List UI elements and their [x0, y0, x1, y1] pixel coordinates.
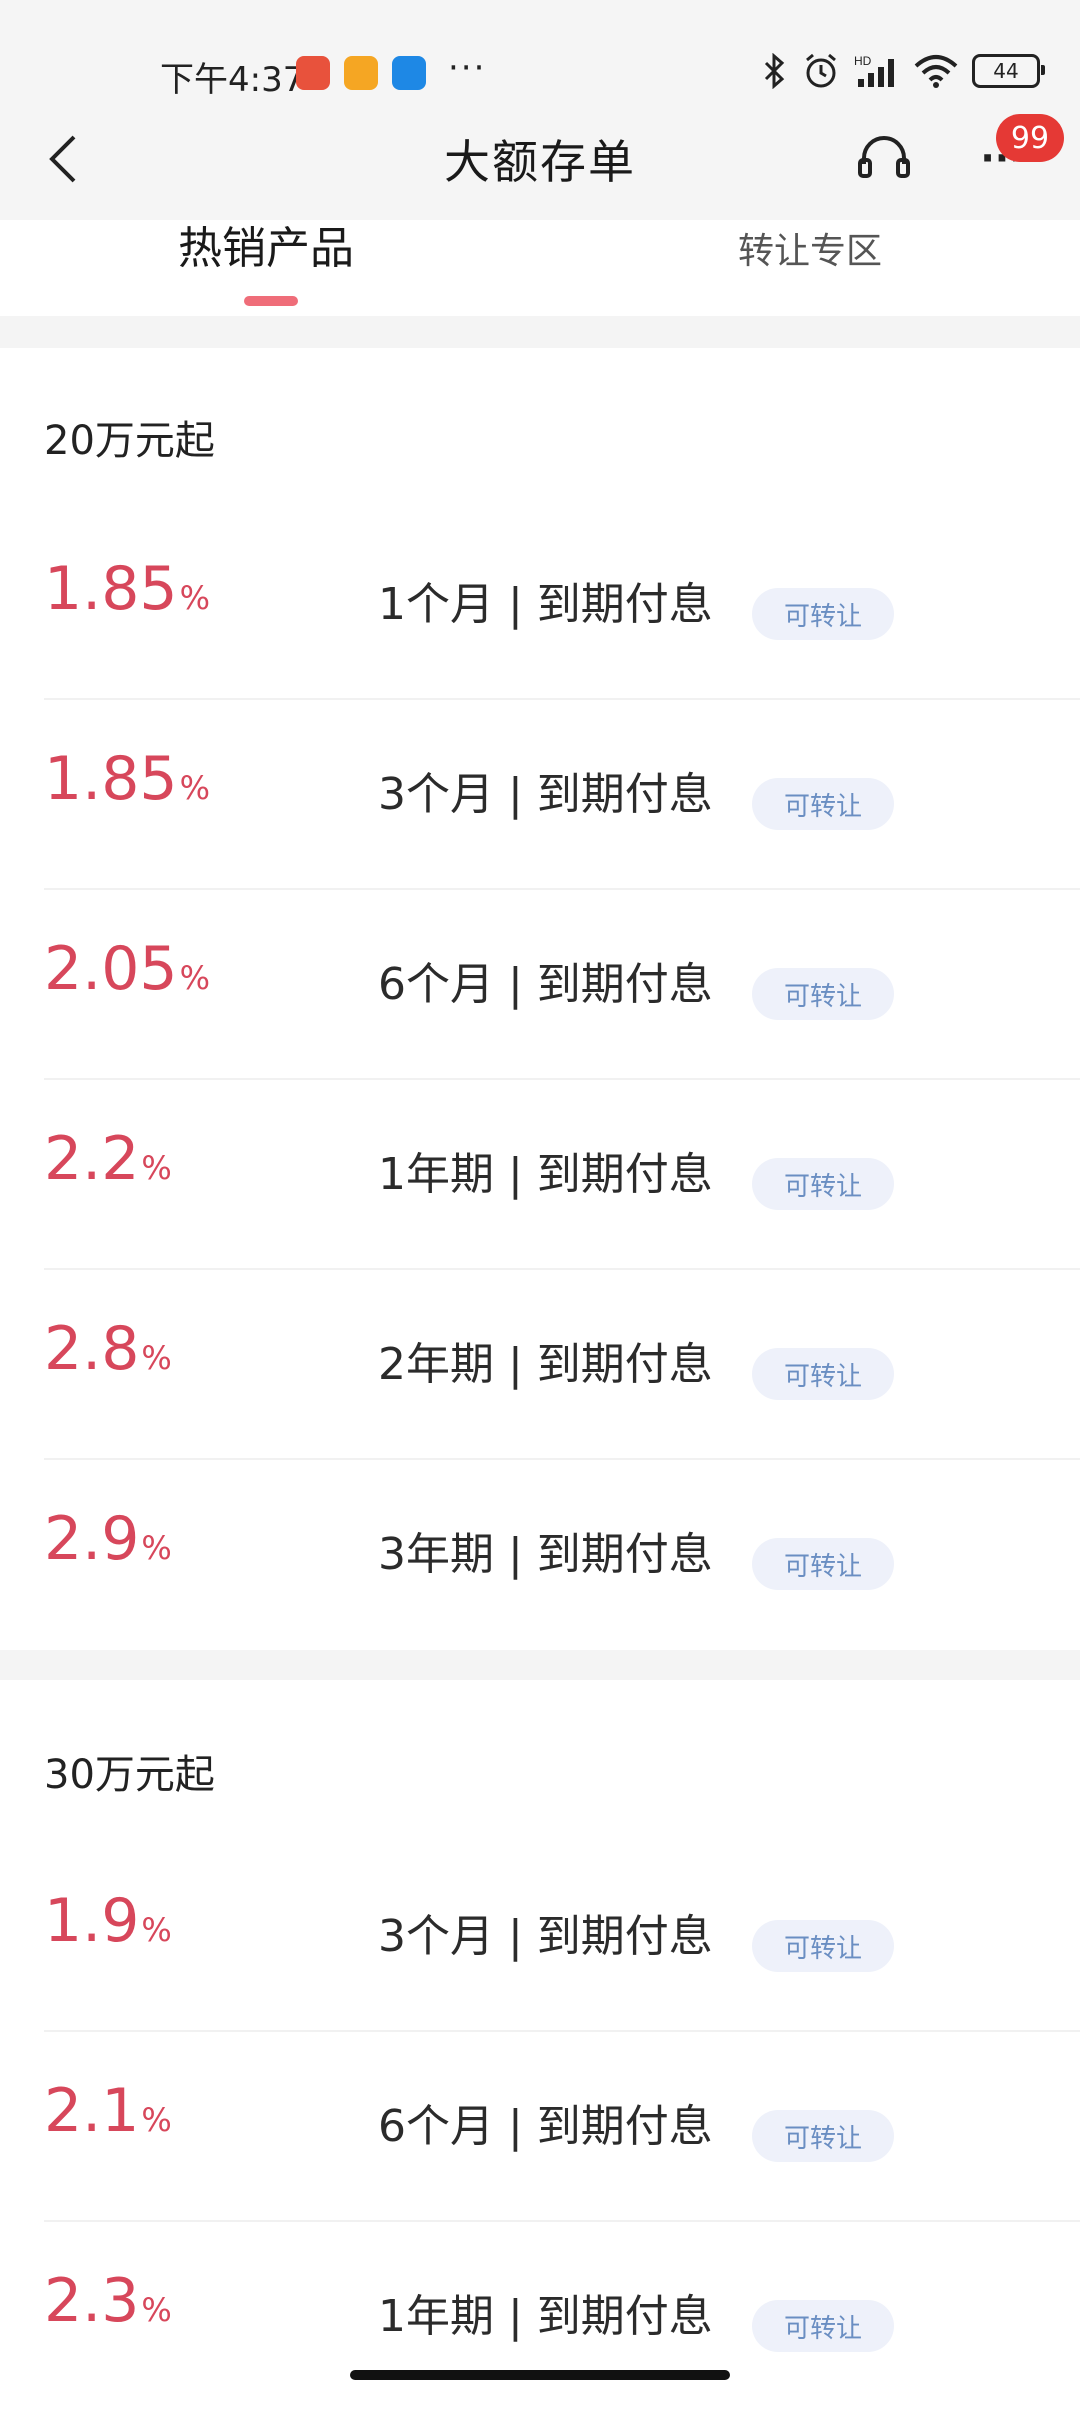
page-title: 大额存单 [444, 135, 636, 189]
product-row[interactable]: 1.85% 3个月 | 到期付息 可转让 [0, 700, 1080, 890]
transferable-tag: 可转让 [752, 968, 894, 1020]
product-term: 6个月 | 到期付息 [378, 2101, 713, 2152]
product-row[interactable]: 2.9% 3年期 | 到期付息 可转让 [0, 1460, 1080, 1650]
bluetooth-icon [764, 53, 785, 89]
transferable-tag: 可转让 [752, 1158, 894, 1210]
transferable-tag: 可转让 [752, 1348, 894, 1400]
section-divider [0, 1650, 1080, 1680]
product-row[interactable]: 1.9% 3个月 | 到期付息 可转让 [0, 1842, 1080, 2032]
svg-text:HD: HD [854, 54, 872, 68]
transferable-tag: 可转让 [752, 1538, 894, 1590]
product-term: 3年期 | 到期付息 [378, 1529, 713, 1580]
interest-rate: 1.9% [44, 1886, 172, 1956]
interest-rate: 2.1% [44, 2076, 172, 2146]
tab-hot-products[interactable]: 热销产品 [178, 212, 354, 276]
product-row[interactable]: 2.05% 6个月 | 到期付息 可转让 [0, 890, 1080, 1080]
section-title: 20万元起 [44, 418, 215, 464]
product-term: 3个月 | 到期付息 [378, 1911, 713, 1962]
status-right-icons: HD 44 [762, 52, 1045, 90]
product-row[interactable]: 2.2% 1年期 | 到期付息 可转让 [0, 1080, 1080, 1270]
app-notification-icon [344, 56, 378, 90]
product-term: 1年期 | 到期付息 [378, 2291, 713, 2342]
active-tab-indicator [244, 296, 298, 306]
more-notifications-icon: ··· [448, 48, 487, 88]
transferable-tag: 可转让 [752, 1920, 894, 1972]
wifi-icon [914, 55, 958, 88]
home-indicator[interactable] [350, 2370, 730, 2380]
status-time: 下午4:37 [160, 60, 305, 100]
product-term: 2年期 | 到期付息 [378, 1339, 713, 1390]
section-title: 30万元起 [44, 1752, 215, 1798]
app-notification-icon [392, 56, 426, 90]
headset-icon [858, 136, 910, 178]
product-row[interactable]: 2.3% 1年期 | 到期付息 可转让 [0, 2222, 1080, 2412]
tab-bar: 热销产品 转让专区 [0, 220, 1080, 316]
product-term: 6个月 | 到期付息 [378, 959, 713, 1010]
transferable-tag: 可转让 [752, 2300, 894, 2352]
product-term: 1个月 | 到期付息 [378, 579, 713, 630]
interest-rate: 2.9% [44, 1504, 172, 1574]
product-term: 3个月 | 到期付息 [378, 769, 713, 820]
product-row[interactable]: 1.85% 1个月 | 到期付息 可转让 [0, 510, 1080, 700]
product-section: 30万元起 1.9% 3个月 | 到期付息 可转让 2.1% 6个月 | 到期付… [0, 1680, 1080, 2400]
product-term: 1年期 | 到期付息 [378, 1149, 713, 1200]
notification-badge: 99 [996, 114, 1064, 162]
battery-level: 44 [993, 59, 1019, 83]
transferable-tag: 可转让 [752, 588, 894, 640]
interest-rate: 1.85% [44, 744, 210, 814]
section-divider [0, 316, 1080, 348]
transferable-tag: 可转让 [752, 2110, 894, 2162]
battery-icon: 44 [972, 54, 1045, 88]
product-row[interactable]: 2.8% 2年期 | 到期付息 可转让 [0, 1270, 1080, 1460]
interest-rate: 2.3% [44, 2266, 172, 2336]
transferable-tag: 可转让 [752, 778, 894, 830]
interest-rate: 2.8% [44, 1314, 172, 1384]
status-app-icons [296, 56, 426, 90]
customer-service-button[interactable] [856, 130, 912, 186]
app-notification-icon [296, 56, 330, 90]
alarm-icon [806, 53, 836, 88]
top-navigation-bar: 大额存单 ··· 99 [0, 100, 1080, 220]
interest-rate: 2.2% [44, 1124, 172, 1194]
interest-rate: 2.05% [44, 934, 210, 1004]
product-row[interactable]: 2.1% 6个月 | 到期付息 可转让 [0, 2032, 1080, 2222]
interest-rate: 1.85% [44, 554, 210, 624]
product-section: 20万元起 1.85% 1个月 | 到期付息 可转让 1.85% 3个月 | 到… [0, 348, 1080, 1650]
tab-transfer-zone[interactable]: 转让专区 [738, 222, 882, 274]
signal-icon: HD [854, 54, 894, 87]
